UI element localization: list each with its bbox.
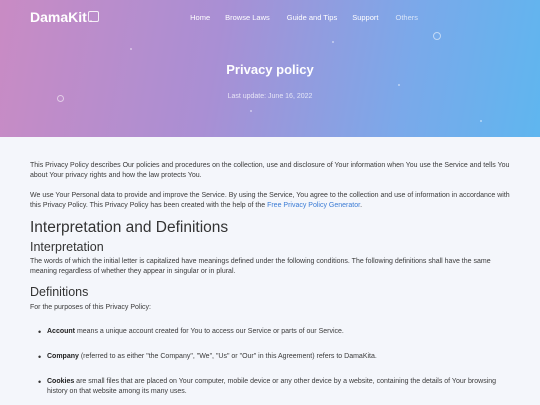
subsection-heading: Interpretation	[30, 240, 104, 254]
page-title: Privacy policy	[226, 62, 314, 77]
definition-term: Company	[47, 353, 79, 360]
brand-mark-icon	[87, 10, 99, 22]
intro-paragraph-2: We use Your Personal data to provide and…	[30, 191, 510, 211]
list-item: Account means a unique account created f…	[38, 327, 510, 337]
nav-others[interactable]: Others	[395, 13, 418, 22]
decorative-bubble	[130, 48, 132, 50]
brand-logo[interactable]: DamaKit	[30, 9, 99, 25]
decorative-bubble	[250, 110, 252, 112]
top-navigation: DamaKit Home Browse Laws Guide and Tips …	[30, 8, 510, 26]
definition-term: Account	[47, 328, 75, 335]
section-heading: Interpretation and Definitions	[30, 219, 229, 236]
decorative-bubble	[332, 41, 334, 43]
definition-text: (referred to as either "the Company", "W…	[78, 353, 377, 360]
definition-text: means a unique account created for You t…	[75, 328, 344, 335]
intro-paragraph: This Privacy Policy describes Our polici…	[30, 162, 510, 179]
generator-link[interactable]: Free Privacy Policy Generator	[267, 202, 360, 209]
brand-name: DamaKit	[30, 9, 87, 25]
decorative-bubble	[433, 32, 441, 40]
interpretation-paragraph: The words of which the initial letter is…	[30, 258, 491, 275]
definitions-intro: For the purposes of this Privacy Policy:	[30, 304, 151, 311]
last-update-date: Last update: June 16, 2022	[227, 93, 313, 100]
list-item: Company (referred to as either "the Comp…	[38, 352, 510, 362]
decorative-bubble	[398, 84, 400, 86]
policy-content: This Privacy Policy describes Our polici…	[0, 137, 540, 397]
definition-text: are small files that are placed on Your …	[47, 378, 497, 395]
nav-menu: Home Browse Laws Guide and Tips Support …	[190, 13, 510, 22]
nav-home[interactable]: Home	[190, 13, 210, 22]
definition-term: Cookies	[47, 378, 75, 385]
nav-guide-and-tips[interactable]: Guide and Tips	[287, 13, 337, 22]
hero-banner: DamaKit Home Browse Laws Guide and Tips …	[0, 0, 540, 137]
definitions-list: Account means a unique account created f…	[30, 327, 510, 397]
nav-browse-laws[interactable]: Browse Laws	[225, 13, 270, 22]
list-item: Cookies are small files that are placed …	[38, 377, 510, 397]
intro-text-end: .	[360, 202, 363, 209]
nav-support[interactable]: Support	[352, 13, 378, 22]
subsection-heading: Definitions	[30, 285, 89, 299]
decorative-bubble	[480, 120, 482, 122]
